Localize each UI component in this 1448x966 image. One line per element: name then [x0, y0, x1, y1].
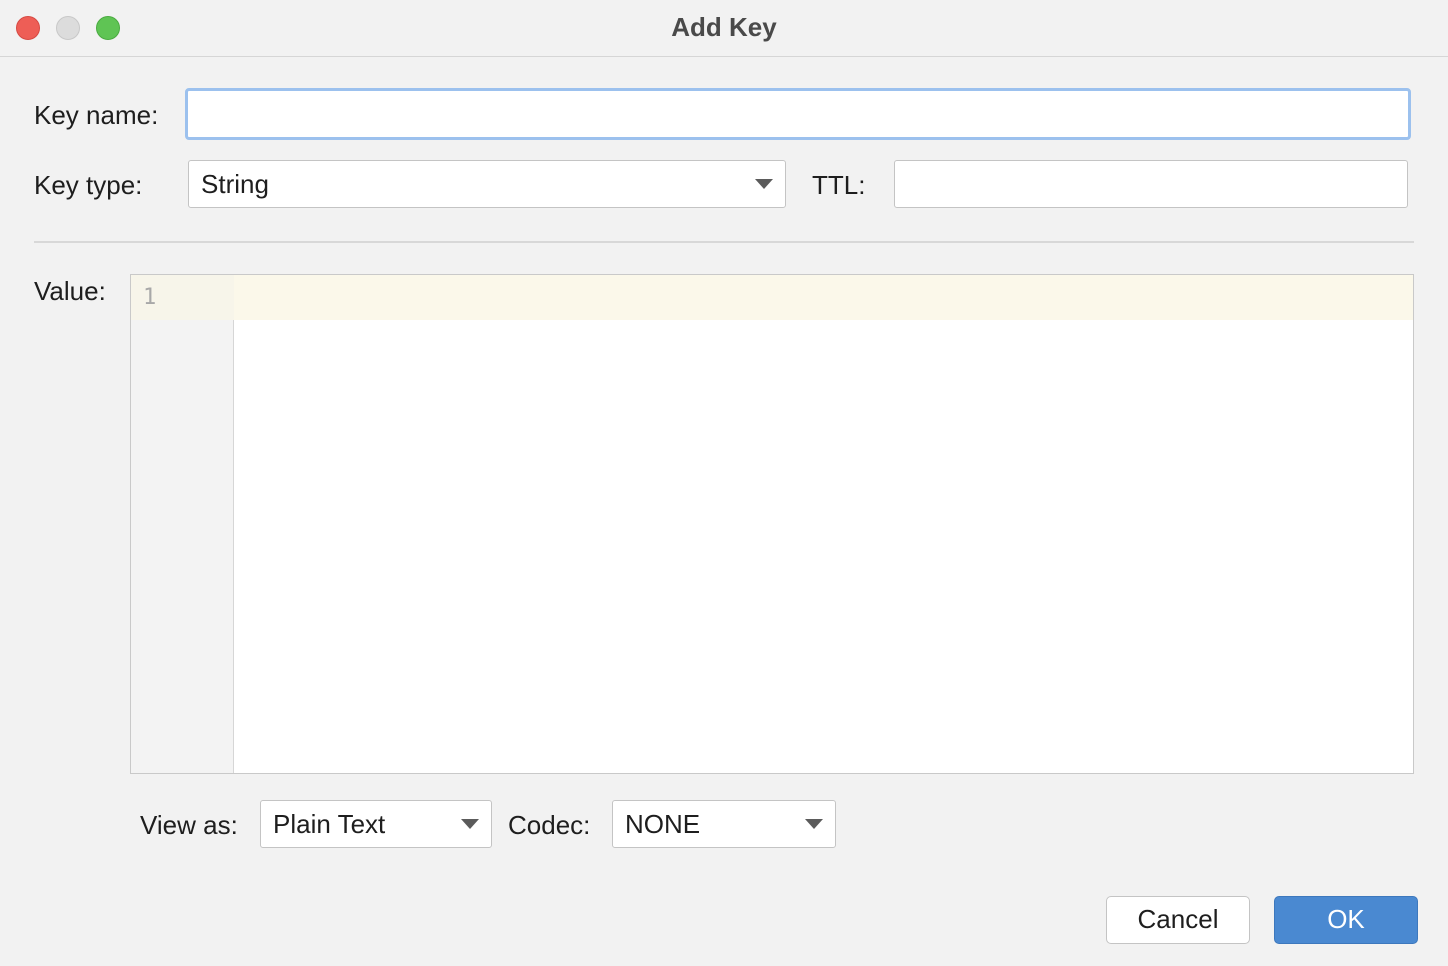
key-type-label: Key type:: [34, 170, 143, 200]
view-as-select[interactable]: Plain Text: [260, 800, 492, 848]
view-as-label: View as:: [140, 810, 238, 840]
ttl-input[interactable]: [894, 160, 1408, 208]
line-number: 1: [143, 285, 157, 310]
cancel-button[interactable]: Cancel: [1106, 896, 1250, 944]
window-title: Add Key: [671, 12, 777, 42]
chevron-down-icon: [805, 819, 823, 829]
line-number-gutter: 1: [131, 275, 234, 773]
key-name-label: Key name:: [34, 100, 159, 130]
value-label: Value:: [34, 276, 106, 306]
value-editor[interactable]: 1: [130, 274, 1414, 774]
codec-value: NONE: [625, 809, 701, 839]
view-as-value: Plain Text: [273, 809, 386, 839]
key-type-select[interactable]: String: [188, 160, 786, 208]
chevron-down-icon: [461, 819, 479, 829]
ttl-label: TTL:: [812, 170, 866, 200]
key-type-value: String: [201, 169, 269, 199]
ok-button[interactable]: OK: [1274, 896, 1418, 944]
chevron-down-icon: [755, 179, 773, 189]
current-line-highlight: [131, 275, 1413, 320]
codec-select[interactable]: NONE: [612, 800, 836, 848]
title-bar: Add Key: [0, 0, 1448, 57]
key-name-input[interactable]: [185, 88, 1411, 140]
codec-label: Codec:: [508, 810, 591, 840]
divider: [34, 241, 1414, 243]
